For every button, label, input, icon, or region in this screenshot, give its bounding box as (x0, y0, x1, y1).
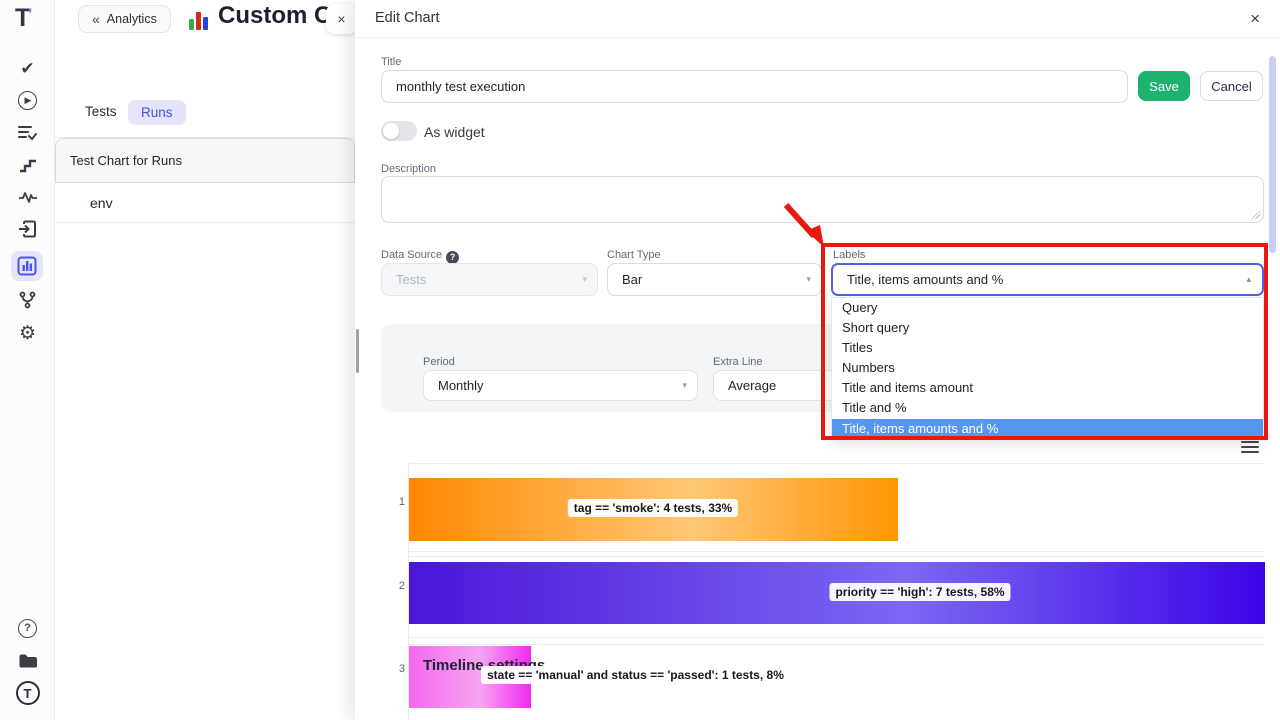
question-badge-icon[interactable]: ? (446, 251, 459, 264)
dropdown-option[interactable]: Title and % (832, 398, 1263, 418)
list-item-test-chart-for-runs[interactable]: Test Chart for Runs (55, 138, 355, 183)
y-tick-label: 2 (385, 580, 405, 592)
description-field-label: Description (381, 163, 436, 175)
chart-type-value: Bar (622, 272, 642, 287)
title-input[interactable] (381, 70, 1128, 103)
description-textarea[interactable] (381, 176, 1264, 223)
sidebar-item-account[interactable]: T (0, 680, 55, 706)
modal-close-button[interactable]: × (1250, 9, 1260, 29)
modal-left-scrollbar-thumb[interactable] (356, 329, 359, 373)
labels-dropdown-list: Query Short query Titles Numbers Title a… (831, 297, 1264, 440)
bar-data-label: priority == 'high': 7 tests, 58% (829, 583, 1010, 601)
close-panel-button[interactable]: × (326, 4, 357, 34)
sidebar-item-projects[interactable] (0, 648, 55, 674)
edit-chart-modal: Edit Chart × Title Save Cancel As widget… (355, 0, 1280, 720)
tab-tests[interactable]: Tests (85, 104, 117, 119)
list-check-icon (18, 125, 37, 141)
play-circle-icon: ▶ (18, 91, 37, 110)
sidebar-item-settings[interactable]: ⚙ (0, 320, 55, 346)
bar-data-label: tag == 'smoke': 4 tests, 33% (568, 499, 738, 517)
chevron-down-icon: ▾ (682, 380, 687, 391)
analytics-panel: « Analytics Custom C × Tests Runs Test C… (55, 0, 355, 720)
data-source-label: Data Source? (381, 249, 459, 264)
dropdown-option[interactable]: Titles (832, 338, 1263, 358)
title-field-label: Title (381, 56, 401, 68)
sidebar-item-steps[interactable] (0, 152, 55, 178)
dropdown-option-selected[interactable]: Title, items amounts and % (832, 419, 1263, 439)
period-select[interactable]: Monthly ▾ (423, 370, 698, 401)
dropdown-option[interactable]: Query (832, 298, 1263, 318)
data-source-value: Tests (396, 272, 426, 287)
as-widget-toggle[interactable] (381, 121, 417, 141)
sidebar-item-runs[interactable]: ▶ (0, 87, 55, 113)
dropdown-option[interactable]: Title and items amount (832, 378, 1263, 398)
sidebar-item-plans[interactable] (0, 120, 55, 146)
check-icon: ✔ (20, 60, 34, 77)
colored-bar-chart-icon (188, 9, 210, 30)
period-value: Monthly (438, 378, 484, 393)
chevron-down-icon: ▾ (806, 274, 811, 285)
sidebar-item-branches[interactable] (0, 287, 55, 313)
bar-data-label: state == 'manual' and status == 'passed'… (481, 666, 790, 684)
y-tick-label: 1 (385, 496, 405, 508)
period-label: Period (423, 356, 455, 368)
extra-line-label: Extra Line (713, 356, 763, 368)
list-item-env[interactable]: env (55, 183, 355, 223)
gear-icon: ⚙ (19, 324, 36, 343)
list-item-label: env (90, 195, 113, 211)
pulse-icon (18, 190, 38, 204)
modal-right-scrollbar-thumb[interactable] (1269, 56, 1276, 253)
dropdown-option[interactable]: Numbers (832, 358, 1263, 378)
help-icon: ? (18, 619, 37, 638)
chevrons-left-icon: « (92, 11, 100, 27)
app-window: T' ✔ ▶ (0, 0, 1280, 720)
close-icon: × (1250, 9, 1260, 28)
close-icon: × (337, 11, 345, 27)
dropdown-option[interactable]: Short query (832, 318, 1263, 338)
app-logo[interactable]: T' (15, 4, 32, 33)
save-button[interactable]: Save (1138, 71, 1190, 101)
chart-menu-icon[interactable] (1241, 441, 1259, 454)
labels-label: Labels (833, 249, 865, 261)
sidebar-item-import[interactable] (0, 216, 55, 242)
labels-select-open[interactable]: Title, items amounts and % ▴ (831, 263, 1264, 296)
chart-bar-row (408, 463, 1264, 552)
import-box-icon (18, 220, 37, 238)
back-to-analytics-button[interactable]: « Analytics (78, 5, 171, 33)
toggle-knob (383, 123, 399, 139)
modal-header: Edit Chart × (355, 0, 1280, 38)
labels-value: Title, items amounts and % (847, 272, 1003, 287)
chevron-down-icon: ▾ (582, 274, 587, 285)
sidebar-item-analytics-active[interactable] (11, 251, 43, 281)
tab-runs-active[interactable]: Runs (128, 100, 186, 125)
as-widget-label: As widget (424, 124, 485, 140)
resize-handle-icon[interactable] (1251, 210, 1260, 219)
extra-line-value: Average (728, 378, 776, 393)
back-button-label: Analytics (107, 12, 157, 26)
sidebar-item-pulse[interactable] (0, 184, 55, 210)
icon-sidebar: T' ✔ ▶ (0, 0, 55, 720)
chevron-up-icon: ▴ (1246, 274, 1251, 285)
data-source-select[interactable]: Tests ▾ (381, 263, 598, 296)
list-item-label: Test Chart for Runs (70, 153, 182, 168)
sidebar-item-help[interactable]: ? (0, 615, 55, 641)
chart-type-label: Chart Type (607, 249, 661, 261)
folder-icon (18, 653, 38, 669)
modal-title: Edit Chart (375, 10, 439, 26)
y-tick-label: 3 (385, 663, 405, 675)
cancel-button[interactable]: Cancel (1200, 71, 1263, 101)
branch-icon (19, 291, 36, 309)
bar-chart-icon (17, 256, 37, 276)
stairs-icon (19, 157, 37, 173)
sidebar-item-tests[interactable]: ✔ (0, 55, 55, 81)
chart-type-select[interactable]: Bar ▾ (607, 263, 822, 296)
brand-circle-icon: T (16, 681, 40, 705)
